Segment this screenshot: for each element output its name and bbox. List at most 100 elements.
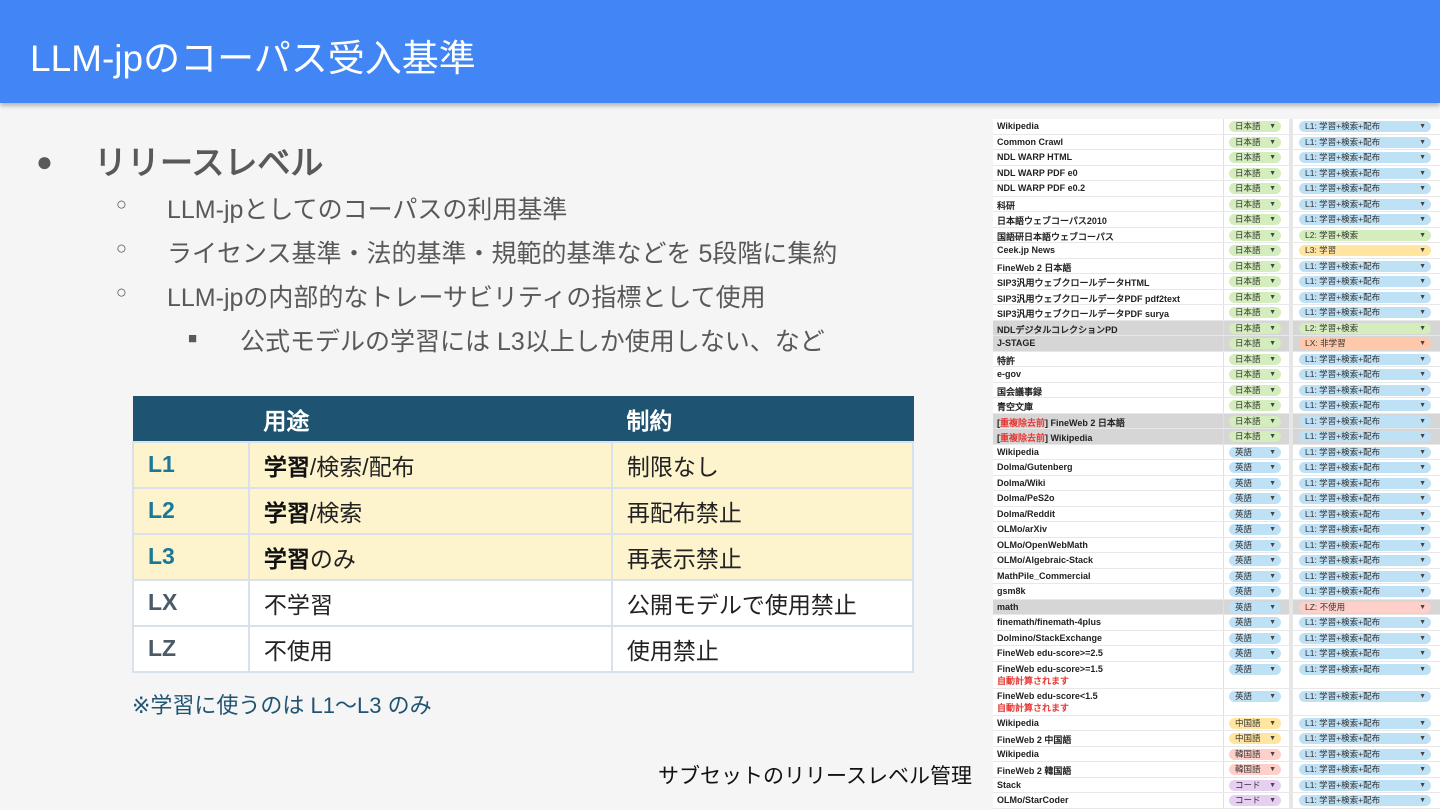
release-level-dropdown[interactable]: L1: 学習+検索+配布 ▼ bbox=[1299, 431, 1431, 442]
subset-name: FineWeb edu-score>=1.5 自動計算されます bbox=[997, 664, 1103, 687]
release-level-dropdown[interactable]: L1: 学習+検索+配布 ▼ bbox=[1299, 632, 1431, 644]
release-level-dropdown[interactable]: L1: 学習+検索+配布 ▼ bbox=[1299, 183, 1431, 194]
language-dropdown[interactable]: 日本語 ▼ bbox=[1229, 245, 1281, 256]
column-divider bbox=[1289, 243, 1293, 258]
language-dropdown[interactable]: 英語 ▼ bbox=[1229, 570, 1281, 582]
release-level-dropdown[interactable]: L1: 学習+検索+配布 ▼ bbox=[1299, 663, 1431, 675]
release-level-dropdown[interactable]: L1: 学習+検索+配布 ▼ bbox=[1299, 307, 1431, 318]
language-dropdown[interactable]: 日本語 ▼ bbox=[1229, 214, 1281, 225]
sheet-row: 国会議事録 日本語 ▼ L1: 学習+検索+配布 ▼ bbox=[993, 382, 1440, 398]
language-dropdown[interactable]: 日本語 ▼ bbox=[1229, 229, 1281, 241]
release-level-label: L1: 学習+検索+配布 bbox=[1305, 291, 1381, 302]
column-divider bbox=[1289, 413, 1293, 428]
release-level-dropdown[interactable]: L1: 学習+検索+配布 ▼ bbox=[1299, 136, 1431, 148]
language-dropdown[interactable]: 英語 ▼ bbox=[1229, 586, 1281, 597]
release-level-dropdown[interactable]: L1: 学習+検索+配布 ▼ bbox=[1299, 400, 1431, 411]
language-dropdown[interactable]: 日本語 ▼ bbox=[1229, 198, 1281, 210]
release-level-dropdown[interactable]: L1: 学習+検索+配布 ▼ bbox=[1299, 555, 1431, 566]
language-dropdown[interactable]: 日本語 ▼ bbox=[1229, 183, 1281, 194]
column-divider bbox=[1223, 688, 1224, 715]
language-dropdown[interactable]: 日本語 ▼ bbox=[1229, 307, 1281, 318]
language-dropdown[interactable]: 日本語 ▼ bbox=[1229, 338, 1281, 349]
subset-name-text: math bbox=[997, 601, 1019, 612]
release-level-dropdown[interactable]: L1: 学習+検索+配布 ▼ bbox=[1299, 198, 1431, 210]
release-level-dropdown[interactable]: L2: 学習+検索 ▼ bbox=[1299, 229, 1431, 241]
release-level-dropdown[interactable]: L1: 学習+検索+配布 ▼ bbox=[1299, 539, 1431, 551]
release-level-dropdown[interactable]: L1: 学習+検索+配布 ▼ bbox=[1299, 276, 1431, 287]
release-level-dropdown[interactable]: L1: 学習+検索+配布 ▼ bbox=[1299, 353, 1431, 365]
language-dropdown[interactable]: コード ▼ bbox=[1229, 795, 1281, 806]
release-level-dropdown[interactable]: L1: 学習+検索+配布 ▼ bbox=[1299, 415, 1431, 427]
release-level-dropdown[interactable]: L1: 学習+検索+配布 ▼ bbox=[1299, 648, 1431, 659]
language-dropdown[interactable]: 英語 ▼ bbox=[1229, 462, 1281, 473]
language-dropdown[interactable]: 日本語 ▼ bbox=[1229, 260, 1281, 272]
language-dropdown[interactable]: 英語 ▼ bbox=[1229, 632, 1281, 644]
language-dropdown[interactable]: 英語 ▼ bbox=[1229, 690, 1281, 702]
language-dropdown[interactable]: 日本語 ▼ bbox=[1229, 322, 1281, 334]
release-level-dropdown[interactable]: L1: 学習+検索+配布 ▼ bbox=[1299, 733, 1431, 744]
release-level-dropdown[interactable]: L1: 学習+検索+配布 ▼ bbox=[1299, 570, 1431, 582]
language-dropdown[interactable]: 英語 ▼ bbox=[1229, 555, 1281, 566]
language-dropdown[interactable]: 日本語 ▼ bbox=[1229, 415, 1281, 427]
release-level-dropdown[interactable]: L1: 学習+検索+配布 ▼ bbox=[1299, 690, 1431, 702]
column-divider bbox=[1223, 320, 1224, 335]
language-dropdown[interactable]: 英語 ▼ bbox=[1229, 446, 1281, 458]
dropdown-arrow-icon: ▼ bbox=[1419, 371, 1426, 378]
column-divider bbox=[1223, 599, 1224, 614]
language-dropdown[interactable]: 日本語 ▼ bbox=[1229, 431, 1281, 442]
language-dropdown[interactable]: 英語 ▼ bbox=[1229, 524, 1281, 535]
release-level-dropdown[interactable]: L1: 学習+検索+配布 ▼ bbox=[1299, 121, 1431, 132]
language-dropdown[interactable]: 日本語 ▼ bbox=[1229, 276, 1281, 287]
dropdown-arrow-icon: ▼ bbox=[1269, 619, 1276, 626]
language-dropdown[interactable]: 英語 ▼ bbox=[1229, 508, 1281, 520]
release-level-dropdown[interactable]: L3: 学習 ▼ bbox=[1299, 245, 1431, 256]
language-dropdown[interactable]: 英語 ▼ bbox=[1229, 663, 1281, 675]
release-level-dropdown[interactable]: LZ: 不使用 ▼ bbox=[1299, 601, 1431, 613]
language-dropdown[interactable]: 日本語 ▼ bbox=[1229, 121, 1281, 132]
release-level-dropdown[interactable]: LX: 非学習 ▼ bbox=[1299, 338, 1431, 349]
language-dropdown[interactable]: 日本語 ▼ bbox=[1229, 136, 1281, 148]
release-level-dropdown[interactable]: L1: 学習+検索+配布 ▼ bbox=[1299, 477, 1431, 489]
language-dropdown[interactable]: 英語 ▼ bbox=[1229, 648, 1281, 659]
language-dropdown[interactable]: 英語 ▼ bbox=[1229, 493, 1281, 504]
release-level-dropdown[interactable]: L1: 学習+検索+配布 ▼ bbox=[1299, 779, 1431, 791]
language-dropdown[interactable]: 日本語 ▼ bbox=[1229, 152, 1281, 163]
release-level-dropdown[interactable]: L2: 学習+検索 ▼ bbox=[1299, 322, 1431, 334]
dropdown-arrow-icon: ▼ bbox=[1419, 200, 1426, 208]
language-dropdown[interactable]: 日本語 ▼ bbox=[1229, 369, 1281, 380]
slide-header: LLM-jpのコーパス受入基準 bbox=[0, 0, 1440, 103]
language-dropdown[interactable]: 日本語 ▼ bbox=[1229, 384, 1281, 396]
release-level-dropdown[interactable]: L1: 学習+検索+配布 ▼ bbox=[1299, 764, 1431, 775]
language-dropdown[interactable]: 英語 ▼ bbox=[1229, 601, 1281, 613]
release-level-dropdown[interactable]: L1: 学習+検索+配布 ▼ bbox=[1299, 524, 1431, 535]
language-dropdown[interactable]: 日本語 ▼ bbox=[1229, 400, 1281, 411]
column-divider bbox=[1289, 274, 1293, 289]
release-level-dropdown[interactable]: L1: 学習+検索+配布 ▼ bbox=[1299, 369, 1431, 380]
release-level-dropdown[interactable]: L1: 学習+検索+配布 ▼ bbox=[1299, 795, 1431, 806]
language-dropdown[interactable]: 日本語 ▼ bbox=[1229, 291, 1281, 303]
language-dropdown[interactable]: 中国語 ▼ bbox=[1229, 733, 1281, 744]
language-dropdown[interactable]: 韓国語 ▼ bbox=[1229, 748, 1281, 760]
release-level-dropdown[interactable]: L1: 学習+検索+配布 ▼ bbox=[1299, 748, 1431, 760]
release-level-dropdown[interactable]: L1: 学習+検索+配布 ▼ bbox=[1299, 617, 1431, 628]
release-level-dropdown[interactable]: L1: 学習+検索+配布 ▼ bbox=[1299, 508, 1431, 520]
language-dropdown[interactable]: 英語 ▼ bbox=[1229, 477, 1281, 489]
release-level-dropdown[interactable]: L1: 学習+検索+配布 ▼ bbox=[1299, 152, 1431, 163]
release-level-dropdown[interactable]: L1: 学習+検索+配布 ▼ bbox=[1299, 214, 1431, 225]
language-dropdown[interactable]: 日本語 ▼ bbox=[1229, 167, 1281, 179]
language-dropdown[interactable]: 英語 ▼ bbox=[1229, 539, 1281, 551]
language-dropdown[interactable]: 英語 ▼ bbox=[1229, 617, 1281, 628]
language-dropdown[interactable]: 韓国語 ▼ bbox=[1229, 764, 1281, 775]
release-level-dropdown[interactable]: L1: 学習+検索+配布 ▼ bbox=[1299, 446, 1431, 458]
language-dropdown[interactable]: 日本語 ▼ bbox=[1229, 353, 1281, 365]
release-level-dropdown[interactable]: L1: 学習+検索+配布 ▼ bbox=[1299, 586, 1431, 597]
release-level-dropdown[interactable]: L1: 学習+検索+配布 ▼ bbox=[1299, 384, 1431, 396]
release-level-dropdown[interactable]: L1: 学習+検索+配布 ▼ bbox=[1299, 462, 1431, 473]
release-level-dropdown[interactable]: L1: 学習+検索+配布 ▼ bbox=[1299, 260, 1431, 272]
language-dropdown[interactable]: 中国語 ▼ bbox=[1229, 717, 1281, 729]
release-level-dropdown[interactable]: L1: 学習+検索+配布 ▼ bbox=[1299, 493, 1431, 504]
language-dropdown[interactable]: コード ▼ bbox=[1229, 779, 1281, 791]
release-level-dropdown[interactable]: L1: 学習+検索+配布 ▼ bbox=[1299, 717, 1431, 729]
release-level-dropdown[interactable]: L1: 学習+検索+配布 ▼ bbox=[1299, 167, 1431, 179]
release-level-dropdown[interactable]: L1: 学習+検索+配布 ▼ bbox=[1299, 291, 1431, 303]
